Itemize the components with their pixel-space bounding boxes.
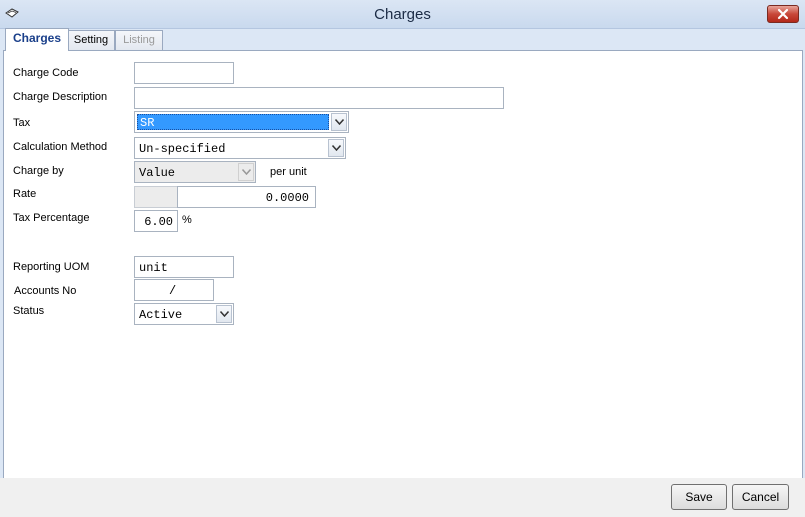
reporting-uom-label: Reporting UOM xyxy=(13,261,90,273)
rate-prefix-box xyxy=(134,186,178,208)
close-button[interactable] xyxy=(767,5,799,23)
calculation-method-select[interactable]: Un-specified xyxy=(134,137,346,159)
charges-panel xyxy=(3,50,803,479)
reporting-uom-input[interactable]: unit xyxy=(134,256,234,278)
tab-strip: Charges Setting Listing xyxy=(3,28,802,51)
charge-description-label: Charge Description xyxy=(13,91,108,103)
charge-code-input[interactable] xyxy=(134,62,234,84)
bottom-button-bar: Save Cancel xyxy=(0,478,805,517)
tab-listing: Listing xyxy=(115,30,163,50)
calculation-method-dropdown-button[interactable] xyxy=(328,139,344,157)
status-dropdown-button[interactable] xyxy=(216,305,232,323)
title-bar: Charges xyxy=(0,0,805,29)
calculation-method-value: Un-specified xyxy=(139,142,226,156)
tax-select[interactable]: SR xyxy=(134,111,349,133)
status-value: Active xyxy=(139,308,183,322)
tax-label: Tax xyxy=(13,117,31,129)
charge-by-value: Value xyxy=(139,166,176,180)
accounts-no-input[interactable]: / xyxy=(134,279,214,301)
tax-dropdown-button[interactable] xyxy=(331,113,347,131)
calculation-method-label: Calculation Method xyxy=(13,141,108,153)
close-icon xyxy=(777,8,789,20)
charge-by-dropdown-button[interactable] xyxy=(238,163,254,181)
rate-input[interactable]: 0.0000 xyxy=(177,186,316,208)
accounts-no-label: Accounts No xyxy=(14,285,77,297)
chevron-down-icon xyxy=(220,311,229,317)
tax-value: SR xyxy=(140,116,155,130)
status-label: Status xyxy=(13,305,45,317)
cancel-button[interactable]: Cancel xyxy=(732,484,789,510)
charge-code-label: Charge Code xyxy=(13,67,79,79)
chevron-down-icon xyxy=(332,145,341,151)
percent-label: % xyxy=(182,214,192,226)
chevron-down-icon xyxy=(242,169,251,175)
save-button[interactable]: Save xyxy=(671,484,727,510)
tax-percentage-label: Tax Percentage xyxy=(13,212,90,224)
charge-by-label: Charge by xyxy=(13,165,64,177)
per-unit-label: per unit xyxy=(270,166,307,178)
charge-by-select[interactable]: Value xyxy=(134,161,256,183)
rate-label: Rate xyxy=(13,188,37,200)
tab-setting[interactable]: Setting xyxy=(67,30,115,50)
charge-description-input[interactable] xyxy=(134,87,504,109)
tab-charges[interactable]: Charges xyxy=(5,28,69,51)
chevron-down-icon xyxy=(335,119,344,125)
tax-percentage-input[interactable]: 6.00 xyxy=(134,210,178,232)
status-select[interactable]: Active xyxy=(134,303,234,325)
window-title: Charges xyxy=(374,6,431,23)
